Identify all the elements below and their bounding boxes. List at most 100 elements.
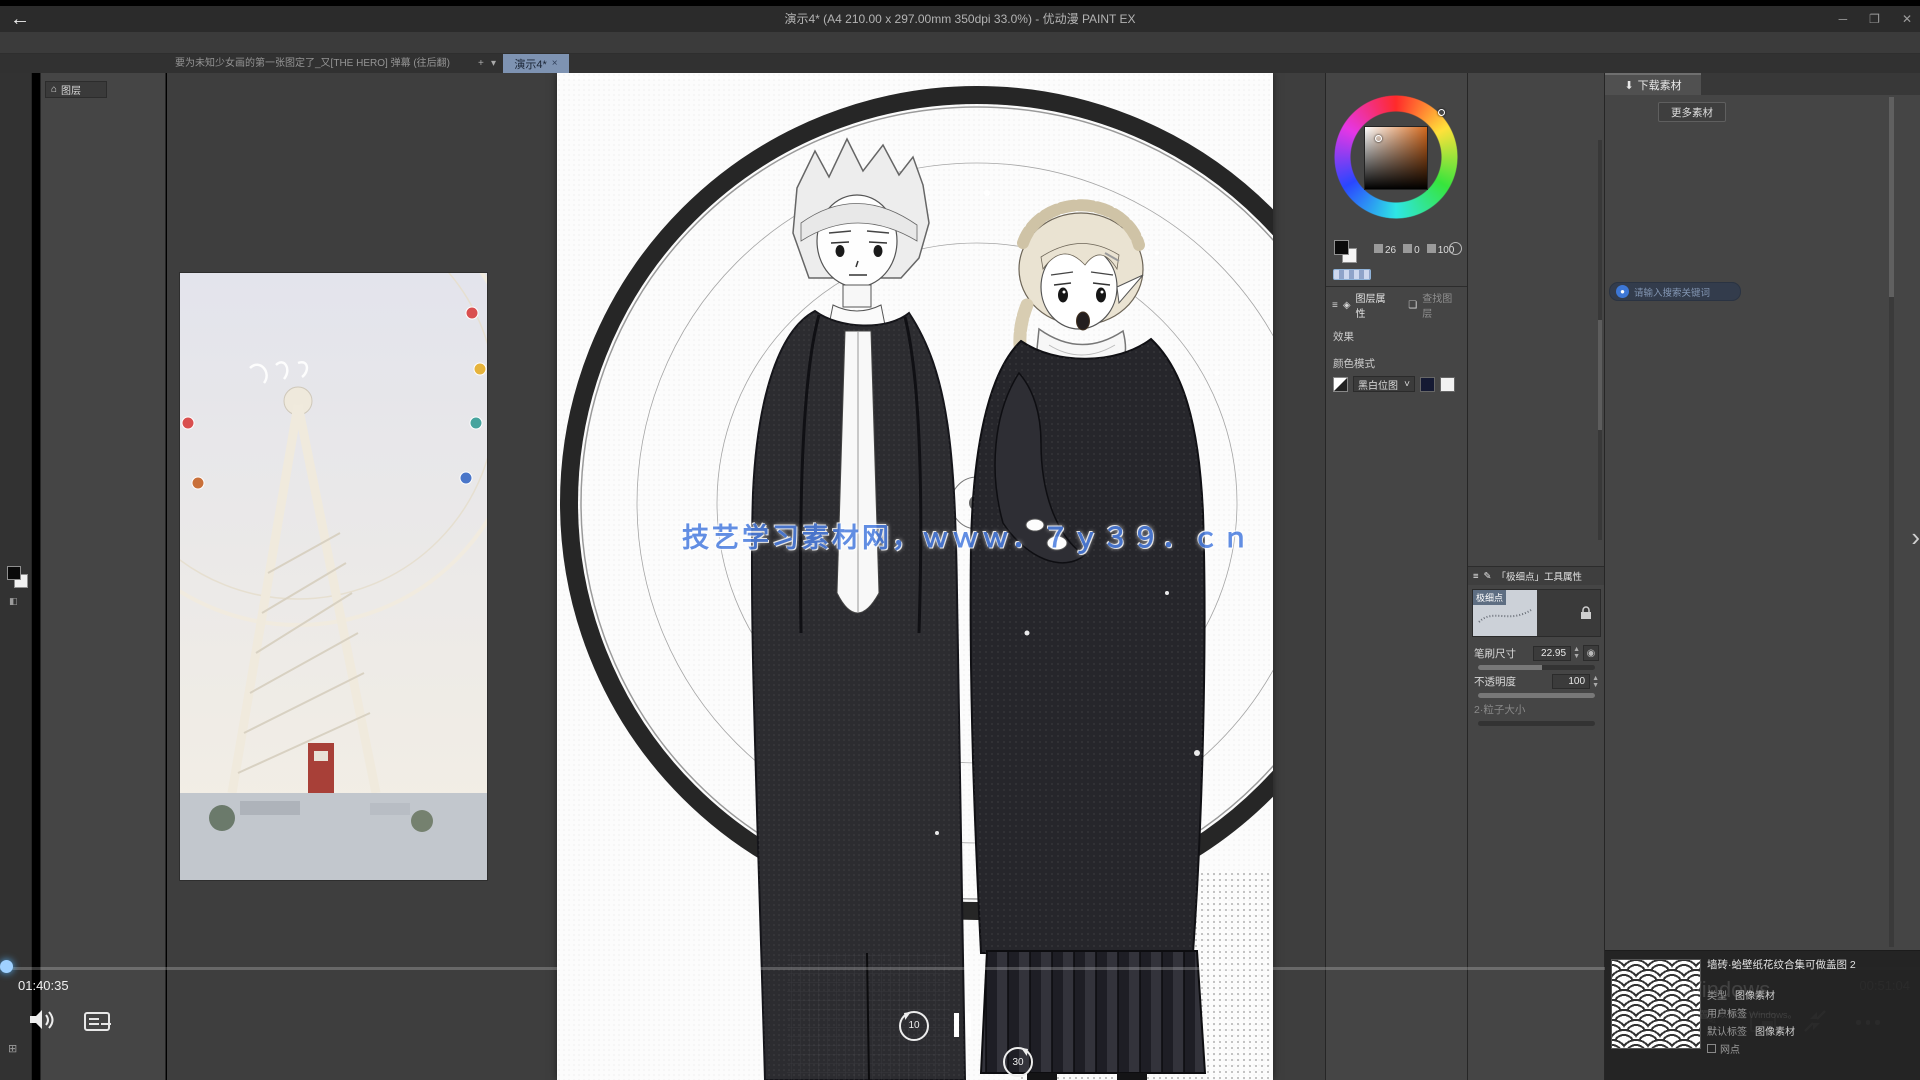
hue-marker[interactable] bbox=[1438, 109, 1445, 116]
new-canvas-button[interactable]: + bbox=[478, 54, 484, 73]
danmaku-comment: 要为未知少女画的第一张图定了_又[THE HERO] 弹幕 (往后翻) bbox=[175, 54, 475, 73]
document-tab-label: 演示4* bbox=[514, 56, 546, 72]
transparent-color-chip[interactable] bbox=[1333, 269, 1371, 280]
material-type-value: 图像素材 bbox=[1735, 987, 1775, 1002]
close-button[interactable]: ✕ bbox=[1902, 12, 1912, 26]
material-info-popup: Windows 转到「设置」以激活 Windows。 墙砖·蛤壁纸花纹合集可做盖… bbox=[1605, 950, 1920, 1080]
opacity-slider[interactable] bbox=[1478, 693, 1595, 698]
maximize-button[interactable]: ❐ bbox=[1869, 12, 1880, 26]
foreground-color-chip[interactable] bbox=[1334, 240, 1349, 255]
brush-size-row: 笔刷尺寸 22.95 ▲▼ ◉ bbox=[1468, 641, 1605, 661]
skip-forward-button[interactable]: 30 bbox=[1000, 1044, 1036, 1080]
brush-preview-label: 极细点 bbox=[1473, 590, 1506, 605]
color-info-icon[interactable] bbox=[1449, 242, 1462, 255]
layer-property-panel: ≡ ◈ 图层属性 ❏ 查找图层 效果 颜色模式 黑白位图 ˅ bbox=[1326, 286, 1468, 395]
volume-button[interactable] bbox=[28, 1008, 56, 1032]
opacity-stepper[interactable]: ▲▼ bbox=[1592, 675, 1599, 689]
hue-value: 26 bbox=[1385, 245, 1396, 256]
skip-back-label: 10 bbox=[896, 1008, 932, 1044]
video-player-stage: ← 演示4* (A4 210.00 x 297.00mm 350dpi 33.0… bbox=[0, 0, 1920, 1080]
particle-size-label: 2·粒子大小 bbox=[1474, 702, 1525, 717]
tool-property-title: 「极细点」工具属性 bbox=[1497, 569, 1583, 583]
layer-search-icon: ❏ bbox=[1408, 300, 1417, 311]
draw-color-chip-light[interactable] bbox=[1440, 377, 1455, 392]
more-materials-button[interactable]: 更多素材 bbox=[1658, 102, 1726, 122]
color-mode-icon bbox=[1333, 377, 1348, 392]
layers-panel: ⌂ 图层 bbox=[40, 73, 166, 1080]
color-panel: 26 0 100 ≡ ◈ 图层属性 ❏ 查找图层 效果 颜色模式 黑白位图 ˅ bbox=[1325, 73, 1467, 1080]
checkbox-icon[interactable] bbox=[1707, 1044, 1716, 1053]
opacity-label: 不透明度 bbox=[1474, 674, 1516, 689]
chevron-down-icon: ˅ bbox=[1404, 379, 1410, 390]
canvas-pasteboard[interactable]: 技艺学习素材网，ｗｗｗ．７ｙ３９．ｃｎ bbox=[167, 73, 1325, 1080]
tool-property-pencil-icon: ✎ bbox=[1484, 571, 1492, 582]
opacity-row: 不透明度 100 ▲▼ bbox=[1468, 670, 1605, 689]
brush-size-source-button[interactable]: ◉ bbox=[1583, 645, 1599, 661]
document-tab[interactable]: 演示4* × bbox=[503, 54, 569, 73]
brush-size-slider[interactable] bbox=[1478, 665, 1595, 670]
material-info-title: 墙砖·蛤壁纸花纹合集可做盖图 2 bbox=[1707, 959, 1915, 971]
brush-preview: 极细点 bbox=[1472, 589, 1601, 637]
home-icon: ⌂ bbox=[51, 84, 57, 95]
tool-property-panel: ≡ ✎ 「极细点」工具属性 极细点 笔刷尺寸 22.95 ▲▼ ◉ bbox=[1468, 566, 1605, 726]
download-icon: ⬇ bbox=[1624, 79, 1633, 92]
material-tab-row: ⬇ 下载素材 bbox=[1605, 73, 1920, 95]
foreground-color-chip[interactable] bbox=[7, 566, 21, 580]
panel-menu-icon[interactable]: ≡ bbox=[1332, 300, 1338, 311]
color-mode-label: 颜色模式 bbox=[1326, 350, 1468, 373]
material-type-label: 类型 bbox=[1707, 987, 1727, 1002]
saturation-value-box[interactable] bbox=[1364, 126, 1428, 190]
video-progress-knob[interactable] bbox=[0, 960, 13, 973]
material-tab-label: 下载素材 bbox=[1638, 77, 1682, 93]
panel-menu-icon[interactable]: ≡ bbox=[1473, 571, 1479, 582]
subtitle-icon bbox=[84, 1012, 110, 1031]
danmaku-button[interactable] bbox=[84, 1012, 110, 1031]
color-panel-header-icons bbox=[1326, 73, 1467, 79]
reference-photo[interactable] bbox=[180, 273, 487, 880]
layer-property-icon: ◈ bbox=[1343, 300, 1351, 311]
next-chevron-icon[interactable]: › bbox=[1911, 522, 1920, 553]
layers-panel-header-icons bbox=[41, 73, 165, 81]
subtool-panel: ≡ ✎ 「极细点」工具属性 极细点 笔刷尺寸 22.95 ▲▼ ◉ bbox=[1467, 73, 1604, 1080]
brush-size-value[interactable]: 22.95 bbox=[1533, 646, 1571, 661]
tab-dropdown-icon[interactable]: ▾ bbox=[491, 54, 496, 73]
window-controls: ─ ❐ ✕ bbox=[1839, 6, 1912, 32]
skip-forward-label: 30 bbox=[1000, 1044, 1036, 1080]
document-tab-row: 要为未知少女画的第一张图定了_又[THE HERO] 弹幕 (往后翻) + ▾ … bbox=[0, 54, 1920, 73]
layer-search-tab[interactable]: 查找图层 bbox=[1422, 290, 1462, 320]
color-mode-value: 黑白位图 bbox=[1358, 377, 1398, 392]
opacity-value[interactable]: 100 bbox=[1552, 674, 1590, 689]
menu-bar bbox=[0, 32, 1920, 54]
swap-colors-icon[interactable]: ◧ bbox=[9, 596, 18, 607]
lock-icon[interactable] bbox=[1580, 606, 1592, 620]
minimize-button[interactable]: ─ bbox=[1839, 12, 1848, 26]
layers-panel-tab[interactable]: ⌂ 图层 bbox=[45, 81, 107, 98]
layer-property-title: 图层属性 bbox=[1356, 290, 1396, 320]
draw-color-chip-dark[interactable] bbox=[1420, 377, 1435, 392]
material-search-input[interactable]: ● 请输入搜索关键词 bbox=[1609, 282, 1741, 301]
skip-back-button[interactable]: 10 bbox=[896, 1008, 932, 1044]
material-deftag-value: 图像素材 bbox=[1755, 1023, 1795, 1038]
search-placeholder: 请输入搜索关键词 bbox=[1634, 285, 1710, 299]
material-scrollbar[interactable] bbox=[1889, 97, 1894, 947]
material-usertag-label: 用户标签 bbox=[1707, 1005, 1747, 1020]
brush-size-label: 笔刷尺寸 bbox=[1474, 646, 1516, 661]
sv-marker[interactable] bbox=[1375, 135, 1382, 142]
pause-button[interactable] bbox=[954, 1013, 971, 1037]
main-canvas-art[interactable] bbox=[557, 73, 1273, 1080]
brush-size-stepper[interactable]: ▲▼ bbox=[1573, 646, 1580, 660]
hsv-values: 26 0 100 bbox=[1374, 244, 1454, 256]
layers-panel-tab-label: 图层 bbox=[61, 82, 81, 97]
elapsed-time: 01:40:35 bbox=[18, 978, 69, 993]
material-tab-download[interactable]: ⬇ 下载素材 bbox=[1605, 73, 1701, 95]
subtool-group-tabs-row2 bbox=[1468, 81, 1604, 83]
color-mode-dropdown[interactable]: 黑白位图 ˅ bbox=[1353, 376, 1415, 392]
effect-label: 效果 bbox=[1326, 323, 1468, 346]
tab-close-icon[interactable]: × bbox=[552, 58, 558, 69]
video-watermark: 技艺学习素材网，ｗｗｗ．７ｙ３９．ｃｎ bbox=[667, 516, 1267, 555]
material-info-thumbnail bbox=[1611, 959, 1701, 1049]
brush-list-scrollbar[interactable] bbox=[1598, 140, 1602, 540]
toolstrip-bottom-icon[interactable]: ⊞ bbox=[8, 1042, 17, 1055]
particle-size-slider[interactable] bbox=[1478, 721, 1595, 726]
material-deftag-label: 默认标签 bbox=[1707, 1023, 1747, 1038]
